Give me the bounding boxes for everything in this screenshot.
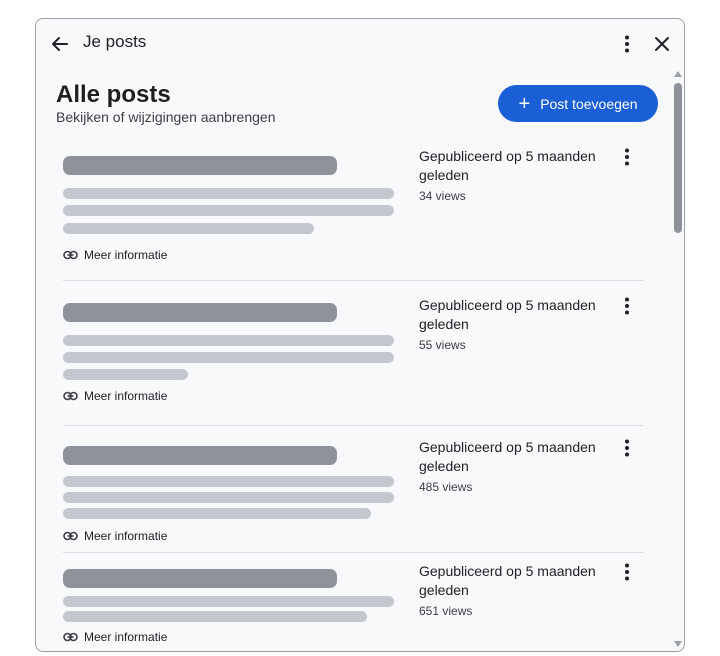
post-text-placeholder: [63, 611, 367, 622]
post-text-placeholder: [63, 205, 394, 216]
more-info-label: Meer informatie: [84, 248, 168, 262]
view-count: 485 views: [419, 480, 473, 494]
back-button[interactable]: [47, 31, 73, 57]
post-text-placeholder: [63, 369, 188, 380]
published-date: Gepubliceerd op 5 maanden geleden: [419, 439, 596, 474]
post-title-placeholder: [63, 446, 337, 465]
post-item: Meer informatie Gepubliceerd op 5 maande…: [63, 435, 643, 553]
post-title-placeholder: [63, 303, 337, 322]
more-info-link[interactable]: Meer informatie: [63, 630, 167, 644]
link-icon: [63, 531, 78, 541]
post-meta: Gepubliceerd op 5 maanden geleden 485 vi…: [419, 438, 609, 494]
posts-dialog: Je posts Alle posts Bekijken of wijzigin…: [35, 18, 685, 652]
arrow-back-icon: [52, 37, 68, 51]
scroll-down-arrow-icon[interactable]: [674, 641, 682, 647]
close-button[interactable]: [649, 31, 675, 57]
more-vert-icon: [625, 35, 629, 53]
more-options-button[interactable]: [614, 31, 640, 57]
more-vert-icon: [625, 439, 629, 457]
post-text-placeholder: [63, 508, 371, 519]
post-text-placeholder: [63, 188, 394, 199]
post-meta: Gepubliceerd op 5 maanden geleden 55 vie…: [419, 296, 609, 352]
post-divider: [63, 425, 643, 426]
dialog-title: Je posts: [83, 32, 147, 51]
post-item: Meer informatie Gepubliceerd op 5 maande…: [63, 560, 643, 650]
scroll-thumb[interactable]: [674, 83, 682, 233]
post-more-button[interactable]: [615, 145, 639, 169]
post-title-placeholder: [63, 569, 337, 588]
link-icon: [63, 250, 78, 260]
more-info-link[interactable]: Meer informatie: [63, 529, 167, 543]
scrollbar[interactable]: [671, 69, 684, 651]
add-post-button[interactable]: + Post toevoegen: [498, 85, 658, 122]
page-subtitle: Bekijken of wijzigingen aanbrengen: [56, 109, 276, 125]
post-title-placeholder: [63, 156, 337, 175]
more-vert-icon: [625, 563, 629, 581]
page-title: Alle posts: [56, 81, 171, 108]
more-vert-icon: [625, 148, 629, 166]
post-meta: Gepubliceerd op 5 maanden geleden 34 vie…: [419, 147, 609, 203]
more-vert-icon: [625, 297, 629, 315]
top-bar: Je posts: [36, 19, 684, 69]
view-count: 651 views: [419, 604, 473, 618]
link-icon: [63, 632, 78, 642]
add-post-label: Post toevoegen: [540, 95, 638, 112]
more-info-label: Meer informatie: [84, 529, 168, 543]
more-info-label: Meer informatie: [84, 389, 168, 403]
more-info-label: Meer informatie: [84, 630, 168, 644]
post-meta: Gepubliceerd op 5 maanden geleden 651 vi…: [419, 562, 609, 618]
post-more-button[interactable]: [615, 560, 639, 584]
view-count: 55 views: [419, 338, 466, 352]
link-icon: [63, 391, 78, 401]
published-date: Gepubliceerd op 5 maanden geleden: [419, 148, 596, 183]
published-date: Gepubliceerd op 5 maanden geleden: [419, 563, 596, 598]
post-divider: [63, 552, 643, 553]
more-info-link[interactable]: Meer informatie: [63, 248, 167, 262]
post-text-placeholder: [63, 223, 314, 234]
published-date: Gepubliceerd op 5 maanden geleden: [419, 297, 596, 332]
post-item: Meer informatie Gepubliceerd op 5 maande…: [63, 145, 643, 281]
post-text-placeholder: [63, 492, 394, 503]
close-icon: [655, 37, 669, 51]
post-text-placeholder: [63, 335, 394, 346]
post-text-placeholder: [63, 476, 394, 487]
scroll-up-arrow-icon[interactable]: [674, 71, 682, 77]
post-divider: [63, 280, 643, 281]
plus-icon: +: [518, 92, 531, 115]
post-item: Meer informatie Gepubliceerd op 5 maande…: [63, 290, 643, 426]
post-more-button[interactable]: [615, 436, 639, 460]
post-text-placeholder: [63, 596, 394, 607]
view-count: 34 views: [419, 189, 466, 203]
post-text-placeholder: [63, 352, 394, 363]
more-info-link[interactable]: Meer informatie: [63, 389, 167, 403]
post-more-button[interactable]: [615, 294, 639, 318]
